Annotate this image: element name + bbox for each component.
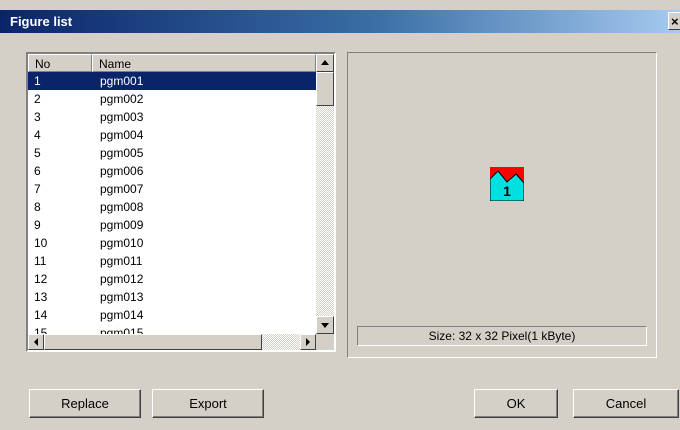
list-item-name: pgm014	[100, 308, 144, 322]
arrow-down-icon	[321, 323, 329, 328]
scroll-left-button[interactable]	[28, 334, 44, 350]
list-item[interactable]: 3 pgm003	[28, 108, 316, 126]
list-item-name: pgm004	[100, 128, 144, 142]
scroll-right-button[interactable]	[300, 334, 316, 350]
list-item-no: 2	[34, 92, 41, 106]
list-item-no: 5	[34, 146, 41, 160]
arrow-up-icon	[321, 60, 329, 65]
column-header-name[interactable]: Name	[92, 54, 316, 72]
list-item-no: 15	[34, 326, 48, 334]
title-bar: Figure list ×	[0, 10, 680, 33]
list-item-name: pgm009	[100, 218, 144, 232]
close-icon: ×	[671, 14, 679, 29]
figure-number: 1	[503, 183, 511, 199]
list-item-no: 9	[34, 218, 41, 232]
list-item[interactable]: 5 pgm005	[28, 144, 316, 162]
figure-preview-panel: 1 Size: 32 x 32 Pixel(1 kByte)	[347, 52, 657, 358]
list-item[interactable]: 15 pgm015	[28, 324, 316, 334]
list-item-no: 12	[34, 272, 48, 286]
list-item-name: pgm011	[100, 254, 143, 268]
horizontal-scroll-thumb[interactable]	[44, 334, 262, 350]
column-header-no[interactable]: No	[28, 54, 92, 72]
ok-button[interactable]: OK	[474, 389, 558, 418]
list-item-name: pgm012	[100, 272, 144, 286]
list-item-name: pgm015	[100, 326, 144, 334]
figure-list: No Name 1 pgm001 2 pgm002 3 pgm003 4 pgm004 …	[26, 52, 336, 352]
list-header: No Name	[28, 54, 316, 72]
list-item[interactable]: 13 pgm013	[28, 288, 316, 306]
list-item[interactable]: 12 pgm012	[28, 270, 316, 288]
list-item[interactable]: 8 pgm008	[28, 198, 316, 216]
list-item-no: 11	[34, 254, 47, 268]
figure-icon: 1	[489, 166, 525, 202]
scrollbar-corner	[316, 334, 334, 350]
vertical-scroll-thumb[interactable]	[316, 72, 334, 106]
list-item-name: pgm003	[100, 110, 144, 124]
list-item-no: 4	[34, 128, 41, 142]
list-item-no: 10	[34, 236, 48, 250]
list-item-name: pgm013	[100, 290, 144, 304]
list-item[interactable]: 11 pgm011	[28, 252, 316, 270]
list-item[interactable]: 14 pgm014	[28, 306, 316, 324]
arrow-right-icon	[306, 338, 310, 346]
list-item-name: pgm007	[100, 182, 144, 196]
size-info: Size: 32 x 32 Pixel(1 kByte)	[357, 326, 647, 346]
list-item-name: pgm002	[100, 92, 144, 106]
list-item-name: pgm006	[100, 164, 144, 178]
list-item[interactable]: 7 pgm007	[28, 180, 316, 198]
arrow-left-icon	[34, 338, 38, 346]
scroll-up-button[interactable]	[316, 54, 334, 72]
list-item-no: 7	[34, 182, 41, 196]
export-button[interactable]: Export	[152, 389, 264, 418]
list-item[interactable]: 1 pgm001	[28, 72, 316, 90]
figure-thumbnail: 1	[489, 166, 525, 202]
list-item-name: pgm010	[100, 236, 144, 250]
list-item[interactable]: 2 pgm002	[28, 90, 316, 108]
list-item[interactable]: 10 pgm010	[28, 234, 316, 252]
vertical-scrollbar[interactable]	[316, 54, 334, 334]
list-item-no: 13	[34, 290, 48, 304]
list-item-name: pgm008	[100, 200, 144, 214]
list-item[interactable]: 6 pgm006	[28, 162, 316, 180]
list-item-no: 6	[34, 164, 41, 178]
list-item-name: pgm005	[100, 146, 144, 160]
figure-list-dialog: Figure list × No Name 1 pgm001 2 pgm002 3 p…	[0, 0, 680, 430]
list-item[interactable]: 4 pgm004	[28, 126, 316, 144]
list-item[interactable]: 9 pgm009	[28, 216, 316, 234]
list-item-no: 8	[34, 200, 41, 214]
list-item-name: pgm001	[100, 74, 144, 88]
scroll-down-button[interactable]	[316, 316, 334, 334]
replace-button[interactable]: Replace	[29, 389, 141, 418]
list-item-no: 14	[34, 308, 48, 322]
list-rows: 1 pgm001 2 pgm002 3 pgm003 4 pgm004 5 pgm005 …	[28, 72, 316, 334]
cancel-button[interactable]: Cancel	[573, 389, 679, 418]
list-item-no: 1	[34, 74, 41, 88]
close-button[interactable]: ×	[668, 12, 680, 30]
window-title: Figure list	[10, 14, 73, 29]
list-item-no: 3	[34, 110, 41, 124]
horizontal-scrollbar[interactable]	[28, 334, 316, 350]
